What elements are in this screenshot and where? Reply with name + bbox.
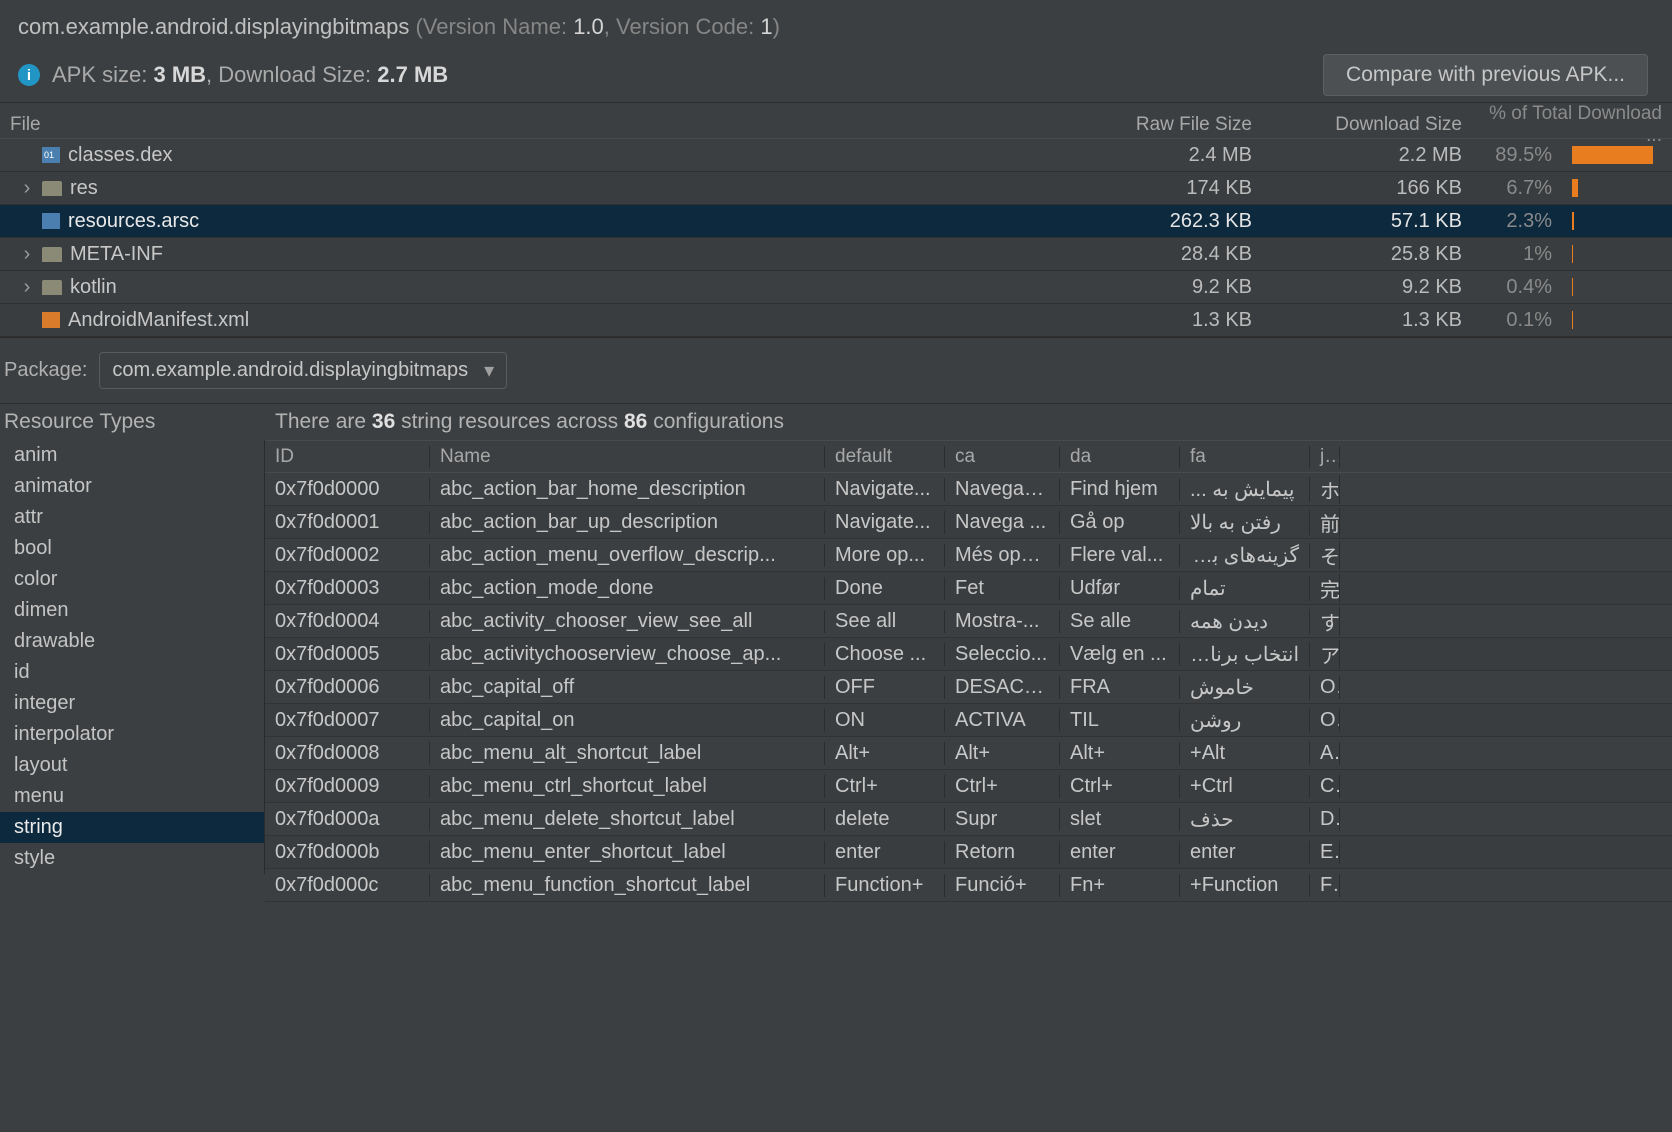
resource-type-id[interactable]: id: [0, 657, 264, 688]
resource-types-header: Resource Types: [0, 404, 265, 440]
string-row[interactable]: 0x7f0d0003abc_action_mode_doneDoneFetUdf…: [265, 572, 1672, 605]
resource-type-bool[interactable]: bool: [0, 533, 264, 564]
string-row[interactable]: 0x7f0d0004abc_activity_chooser_view_see_…: [265, 605, 1672, 638]
string-row[interactable]: 0x7f0d0002abc_action_menu_overflow_descr…: [265, 539, 1672, 572]
resource-type-integer[interactable]: integer: [0, 688, 264, 719]
arsc-icon: [42, 213, 60, 229]
resource-type-layout[interactable]: layout: [0, 750, 264, 781]
folder-icon: [42, 181, 62, 196]
string-row[interactable]: 0x7f0d0008abc_menu_alt_shortcut_labelAlt…: [265, 737, 1672, 770]
compare-button[interactable]: Compare with previous APK...: [1323, 54, 1648, 96]
file-row-kotlin[interactable]: ›kotlin9.2 KB9.2 KB0.4%: [0, 271, 1672, 304]
file-table-header: File Raw File Size Download Size % of To…: [0, 103, 1672, 139]
file-row-classes.dex[interactable]: classes.dex2.4 MB2.2 MB89.5%: [0, 139, 1672, 172]
package-name: com.example.android.displayingbitmaps: [18, 14, 409, 39]
xml-icon: [42, 312, 60, 328]
resource-type-animator[interactable]: animator: [0, 471, 264, 502]
info-icon: i: [18, 64, 40, 86]
dex-icon: [42, 147, 60, 163]
file-row-res[interactable]: ›res174 KB166 KB6.7%: [0, 172, 1672, 205]
string-row[interactable]: 0x7f0d000cabc_menu_function_shortcut_lab…: [265, 869, 1672, 902]
strings-summary: There are 36 string resources across 86 …: [265, 404, 1672, 440]
file-table: File Raw File Size Download Size % of To…: [0, 102, 1672, 337]
string-row[interactable]: 0x7f0d0001abc_action_bar_up_descriptionN…: [265, 506, 1672, 539]
resource-type-color[interactable]: color: [0, 564, 264, 595]
chevron-icon[interactable]: ›: [20, 177, 34, 200]
resource-type-style[interactable]: style: [0, 843, 264, 874]
chevron-icon[interactable]: ›: [20, 276, 34, 299]
resource-type-string[interactable]: string: [0, 812, 264, 843]
string-row[interactable]: 0x7f0d0006abc_capital_offOFFDESACTI...FR…: [265, 671, 1672, 704]
file-row-resources.arsc[interactable]: resources.arsc262.3 KB57.1 KB2.3%: [0, 205, 1672, 238]
folder-icon: [42, 280, 62, 295]
string-row[interactable]: 0x7f0d0000abc_action_bar_home_descriptio…: [265, 473, 1672, 506]
resource-type-anim[interactable]: anim: [0, 440, 264, 471]
string-row[interactable]: 0x7f0d000babc_menu_enter_shortcut_labele…: [265, 836, 1672, 869]
string-row[interactable]: 0x7f0d000aabc_menu_delete_shortcut_label…: [265, 803, 1672, 836]
title-line: com.example.android.displayingbitmaps (V…: [18, 14, 1654, 40]
string-row[interactable]: 0x7f0d0005abc_activitychooserview_choose…: [265, 638, 1672, 671]
resource-type-dimen[interactable]: dimen: [0, 595, 264, 626]
string-row[interactable]: 0x7f0d0007abc_capital_onONACTIVATILروشنO…: [265, 704, 1672, 737]
resource-types-list: animanimatorattrboolcolordimendrawableid…: [0, 440, 265, 874]
folder-icon: [42, 247, 62, 262]
file-row-AndroidManifest.xml[interactable]: AndroidManifest.xml1.3 KB1.3 KB0.1%: [0, 304, 1672, 337]
resource-type-drawable[interactable]: drawable: [0, 626, 264, 657]
string-row[interactable]: 0x7f0d0009abc_menu_ctrl_shortcut_labelCt…: [265, 770, 1672, 803]
file-row-META-INF[interactable]: ›META-INF28.4 KB25.8 KB1%: [0, 238, 1672, 271]
package-select[interactable]: com.example.android.displayingbitmaps: [99, 352, 507, 389]
size-summary: i APK size: 3 MB, Download Size: 2.7 MB: [18, 62, 448, 88]
strings-table-header: ID Name default ca da fa ja: [265, 440, 1672, 473]
resource-type-interpolator[interactable]: interpolator: [0, 719, 264, 750]
resource-type-attr[interactable]: attr: [0, 502, 264, 533]
resource-type-menu[interactable]: menu: [0, 781, 264, 812]
package-label: Package:: [4, 359, 87, 382]
chevron-icon[interactable]: ›: [20, 243, 34, 266]
